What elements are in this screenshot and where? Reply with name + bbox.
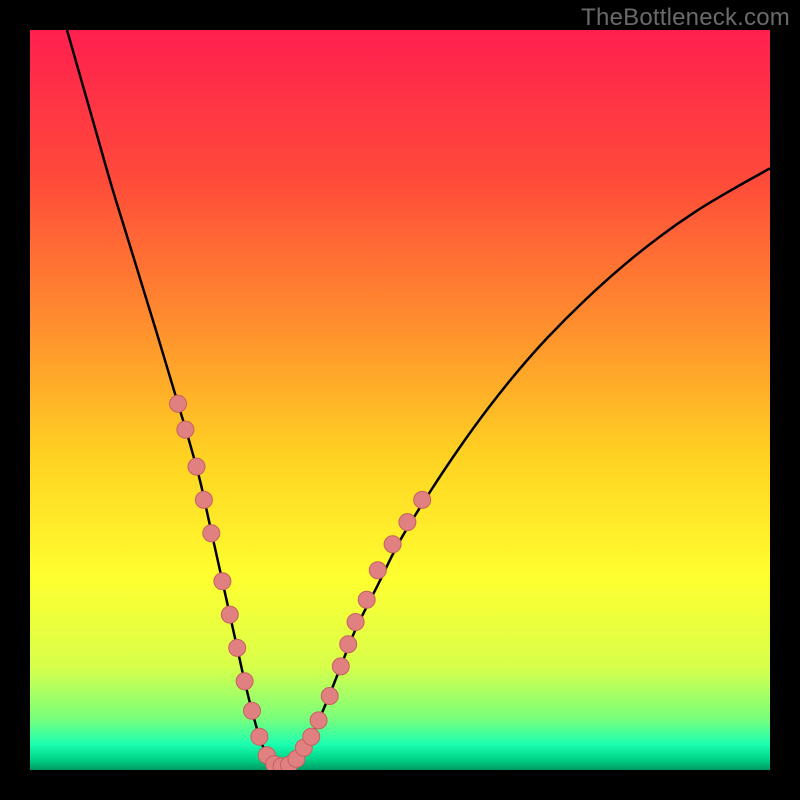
chart-marker	[369, 562, 386, 579]
chart-svg	[30, 30, 770, 770]
chart-marker	[214, 573, 231, 590]
chart-marker	[203, 525, 220, 542]
chart-marker	[347, 614, 364, 631]
chart-marker	[310, 712, 327, 729]
chart-marker	[236, 673, 253, 690]
chart-marker	[188, 458, 205, 475]
chart-marker	[399, 514, 416, 531]
chart-marker	[221, 606, 238, 623]
chart-background-gradient	[30, 30, 770, 770]
chart-marker	[251, 728, 268, 745]
chart-marker	[332, 658, 349, 675]
chart-plot-area	[30, 30, 770, 770]
chart-marker	[384, 536, 401, 553]
chart-marker	[414, 491, 431, 508]
watermark-text: TheBottleneck.com	[581, 4, 790, 32]
chart-marker	[303, 728, 320, 745]
chart-marker	[321, 688, 338, 705]
chart-marker	[229, 639, 246, 656]
chart-marker	[358, 591, 375, 608]
chart-marker	[177, 421, 194, 438]
chart-marker	[340, 636, 357, 653]
chart-marker	[170, 395, 187, 412]
chart-stage: TheBottleneck.com	[0, 0, 800, 800]
chart-marker	[244, 702, 261, 719]
chart-marker	[195, 491, 212, 508]
